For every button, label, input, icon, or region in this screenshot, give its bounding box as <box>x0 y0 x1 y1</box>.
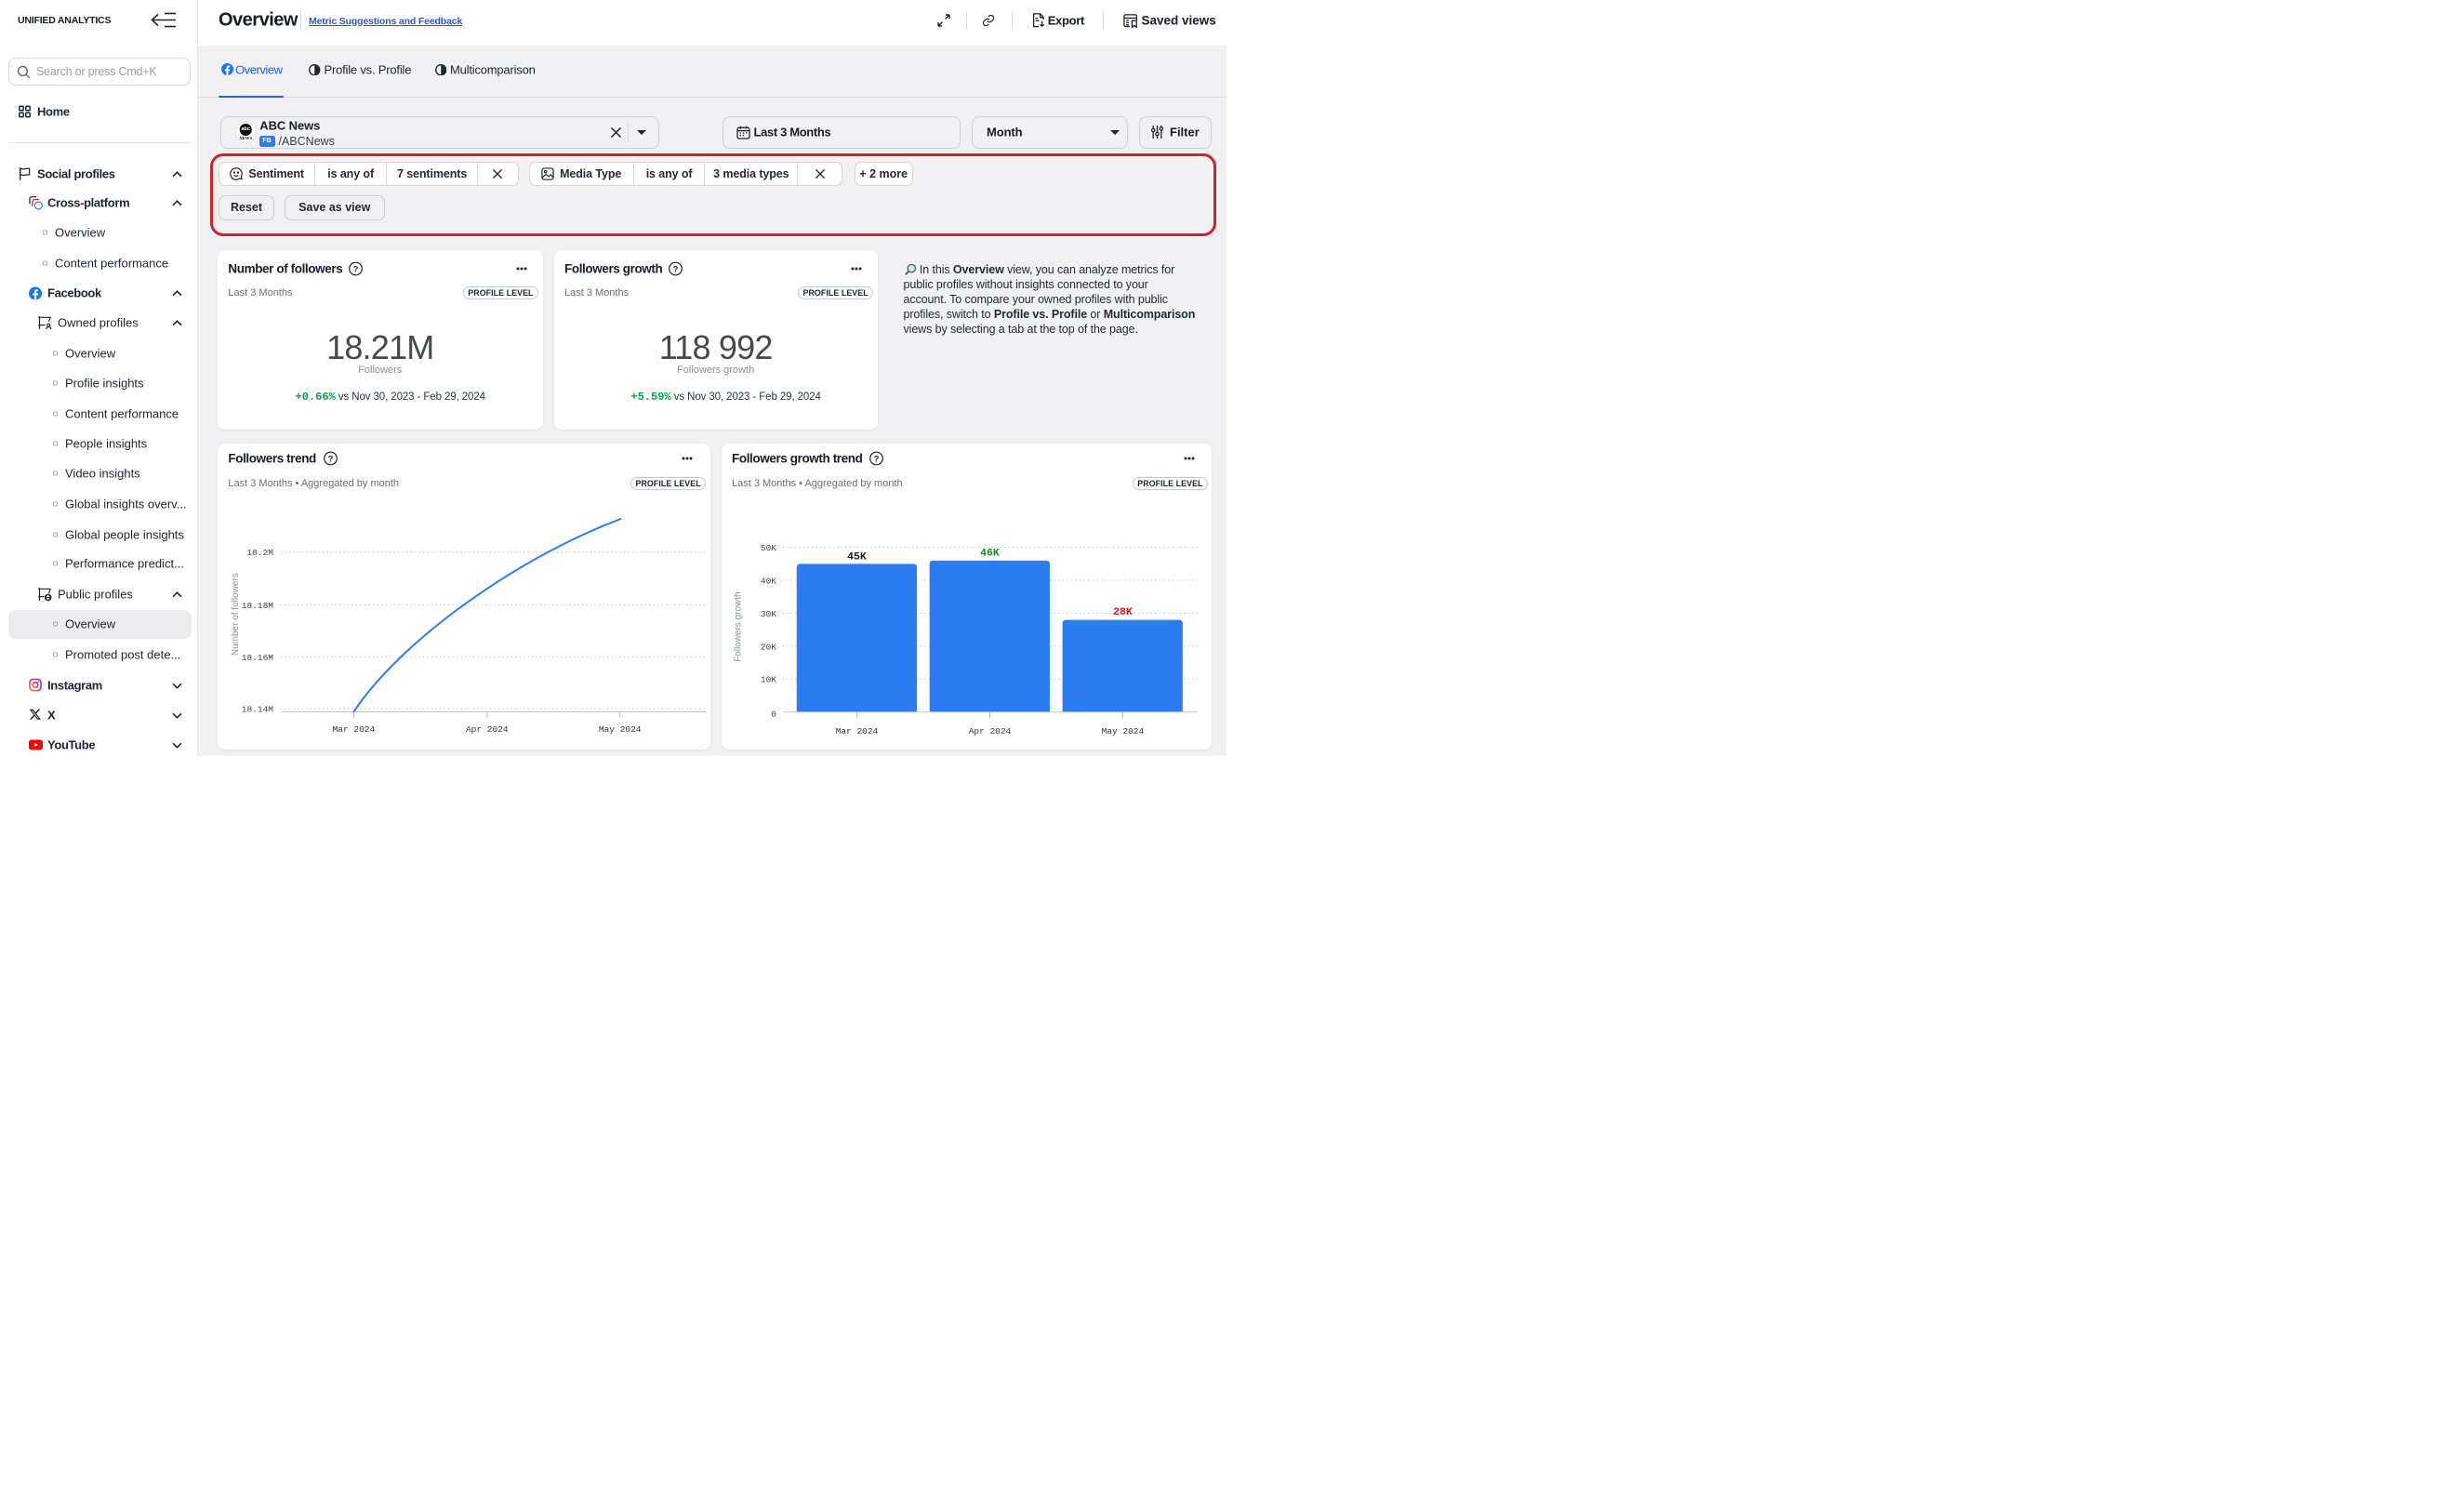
svg-text:0: 0 <box>771 709 776 719</box>
svg-text:?: ? <box>353 264 359 274</box>
svg-text:Followers growth: Followers growth <box>733 591 743 661</box>
svg-text:Mar 2024: Mar 2024 <box>333 724 376 735</box>
svg-text:50K: 50K <box>761 543 776 553</box>
svg-text:Mar 2024: Mar 2024 <box>835 726 878 736</box>
svg-text:18.18M: 18.18M <box>242 601 274 611</box>
svg-text:18.16M: 18.16M <box>242 653 274 663</box>
svg-text:30K: 30K <box>761 609 776 619</box>
svg-text:40K: 40K <box>761 576 776 586</box>
svg-text:18.2M: 18.2M <box>246 548 273 558</box>
svg-text:46K: 46K <box>980 547 1000 559</box>
svg-text:28K: 28K <box>1113 606 1133 618</box>
svg-text:20K: 20K <box>761 642 776 652</box>
svg-text:45K: 45K <box>847 550 867 563</box>
svg-text:May 2024: May 2024 <box>1101 726 1144 736</box>
svg-text:May 2024: May 2024 <box>599 724 642 735</box>
svg-text:Apr 2024: Apr 2024 <box>968 726 1011 736</box>
svg-text:Number of followers: Number of followers <box>231 573 241 656</box>
svg-text:18.14M: 18.14M <box>242 704 274 714</box>
svg-text:?: ? <box>673 264 679 274</box>
svg-text:Apr 2024: Apr 2024 <box>466 724 509 735</box>
svg-text:10K: 10K <box>761 674 776 684</box>
